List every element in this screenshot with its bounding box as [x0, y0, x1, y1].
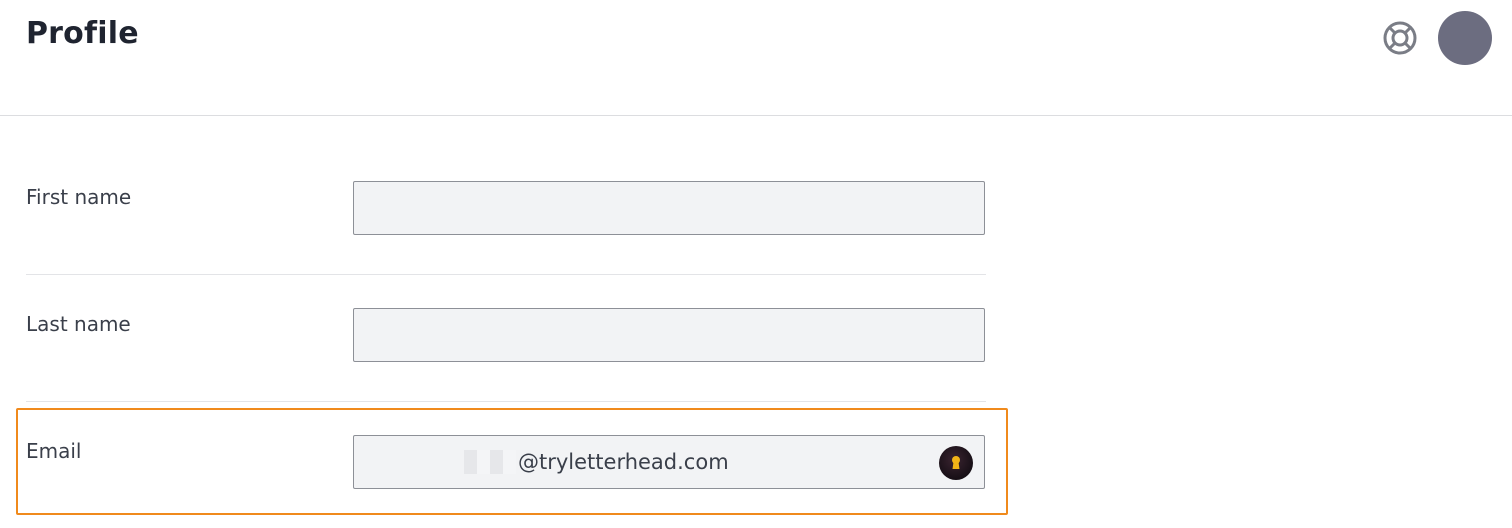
- email-input[interactable]: @tryletterhead.com: [353, 435, 985, 489]
- email-domain: @tryletterhead.com: [518, 450, 729, 474]
- divider: [26, 274, 986, 275]
- keyhole-icon[interactable]: [939, 446, 973, 480]
- first-name-row: First name: [26, 181, 986, 237]
- divider: [26, 401, 986, 402]
- email-value: @tryletterhead.com: [464, 450, 729, 474]
- email-row: Email @tryletterhead.com: [26, 435, 986, 491]
- last-name-input[interactable]: [353, 308, 985, 362]
- last-name-row: Last name: [26, 308, 986, 364]
- email-label: Email: [26, 439, 82, 463]
- page-title: Profile: [26, 16, 139, 51]
- last-name-label: Last name: [26, 312, 131, 336]
- avatar[interactable]: [1438, 11, 1492, 65]
- page-header: Profile: [0, 0, 1512, 116]
- first-name-label: First name: [26, 185, 132, 209]
- first-name-input[interactable]: [353, 181, 985, 235]
- lifebuoy-icon[interactable]: [1382, 20, 1418, 56]
- redacted-text: [464, 450, 516, 474]
